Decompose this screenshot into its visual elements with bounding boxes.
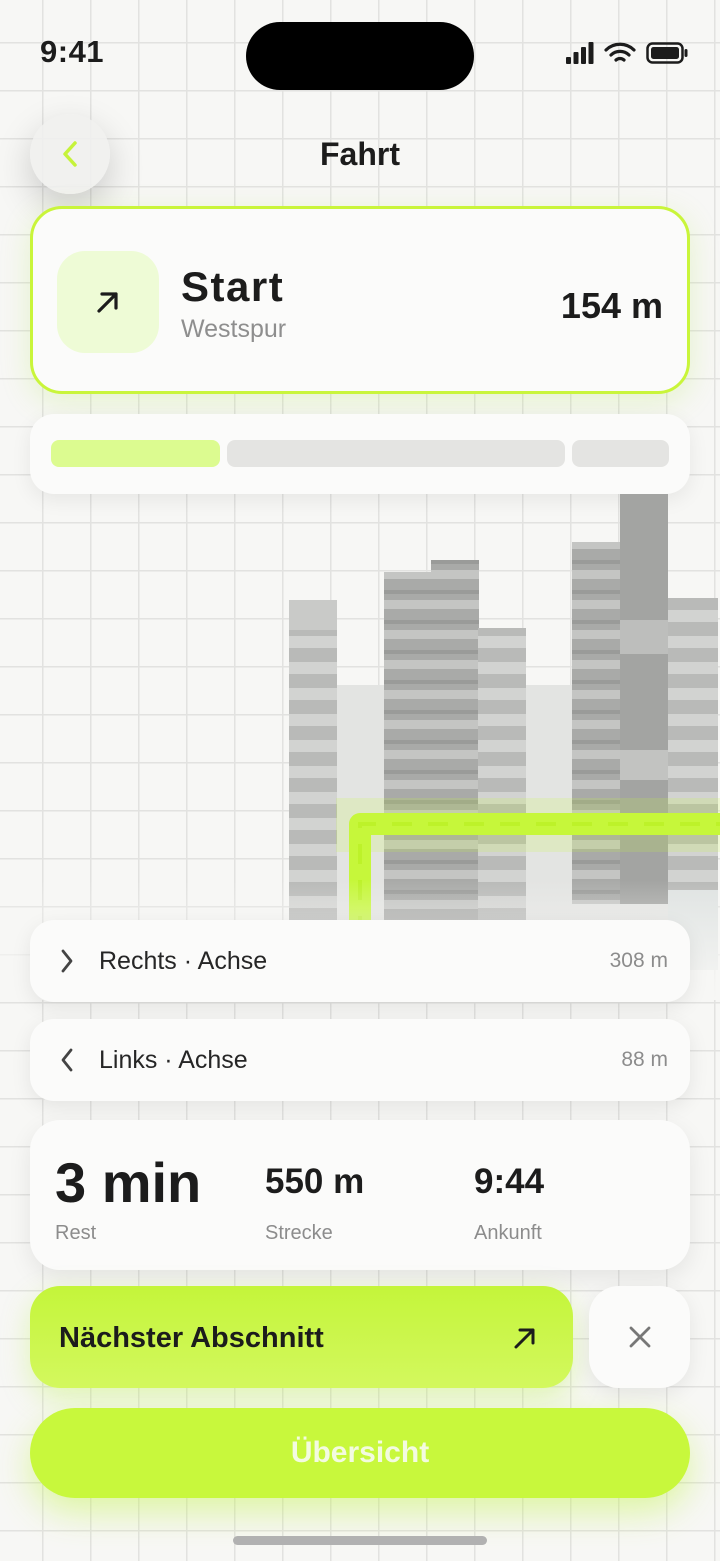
chevron-left-icon	[61, 1048, 73, 1072]
home-indicator[interactable]	[233, 1536, 487, 1545]
battery-icon	[646, 42, 688, 64]
arrow-up-right-icon	[97, 292, 118, 313]
progress-segment-pending	[227, 440, 565, 467]
step-title: Start	[181, 263, 285, 310]
current-step-card[interactable]: Start Westspur 154 m	[30, 206, 690, 394]
wifi-icon	[604, 42, 636, 62]
progress-segment-pending	[572, 440, 669, 467]
page-title: Fahrt	[320, 136, 400, 172]
upcoming-step[interactable]: Rechts · Achse 308 m	[30, 920, 690, 1002]
step-subtitle: Westspur	[181, 315, 287, 343]
close-icon	[629, 1326, 650, 1348]
remaining-time-label: Rest	[55, 1222, 97, 1244]
maneuver-icon-tile	[57, 251, 159, 353]
step-label: Rechts · Achse	[99, 947, 268, 975]
arrow-up-right-icon	[514, 1328, 535, 1349]
close-button[interactable]	[589, 1286, 690, 1388]
overview-label: Übersicht	[290, 1436, 430, 1469]
status-icons	[566, 42, 688, 64]
arrival-time-label: Ankunft	[474, 1222, 542, 1244]
trip-stats: 3 min Rest 550 m Strecke 9:44 Ankunft	[30, 1120, 690, 1270]
step-distance: 88 m	[621, 1048, 668, 1071]
cellular-signal-icon	[566, 42, 594, 64]
next-section-label: Nächster Abschnitt	[59, 1322, 324, 1354]
overview-button[interactable]: Übersicht	[30, 1408, 690, 1498]
step-distance: 154 m	[560, 285, 663, 326]
route-distance-value: 550 m	[265, 1162, 365, 1201]
chevron-right-icon	[61, 949, 73, 973]
status-time: 9:41	[40, 34, 105, 69]
dynamic-island	[246, 22, 474, 90]
progress-segment-done	[51, 440, 220, 467]
arrival-time-value: 9:44	[474, 1162, 545, 1201]
next-section-button[interactable]: Nächster Abschnitt	[30, 1286, 573, 1388]
route-distance-label: Strecke	[265, 1222, 333, 1244]
step-distance: 308 m	[609, 949, 668, 972]
step-label: Links · Achse	[99, 1046, 248, 1074]
remaining-time-value: 3 min	[55, 1151, 202, 1214]
upcoming-step[interactable]: Links · Achse 88 m	[30, 1019, 690, 1101]
